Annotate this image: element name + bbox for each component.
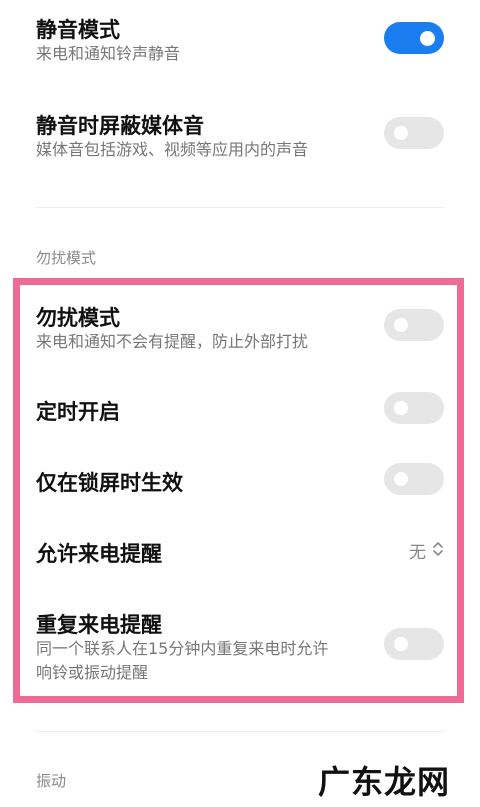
allow-calls-selector[interactable]: 无 (409, 538, 444, 563)
vibration-section-label: 振动 (36, 772, 67, 790)
repeat-calls-subtitle-line1: 同一个联系人在15分钟内重复来电时允许 (36, 639, 329, 658)
scheduled-toggle[interactable] (384, 392, 444, 424)
watermark-logo: 广东龙网 (317, 763, 450, 801)
mute-media-subtitle: 媒体音包括游戏、视频等应用内的声音 (36, 140, 309, 159)
scheduled-title: 定时开启 (36, 400, 120, 424)
silent-mode-title: 静音模式 (36, 18, 120, 42)
dnd-mode-title: 勿扰模式 (36, 306, 120, 330)
repeat-calls-subtitle-line2: 响铃或振动提醒 (36, 663, 149, 682)
toggle-knob (394, 472, 408, 486)
allow-calls-value: 无 (409, 543, 426, 563)
mute-media-title: 静音时屏蔽媒体音 (36, 114, 204, 138)
repeat-calls-title: 重复来电提醒 (36, 613, 162, 637)
dnd-mode-subtitle: 来电和通知不会有提醒，防止外部打扰 (36, 332, 309, 351)
toggle-knob (394, 126, 408, 140)
repeat-calls-toggle[interactable] (384, 628, 444, 660)
lockscreen-only-toggle[interactable] (384, 463, 444, 495)
toggle-knob (394, 318, 408, 332)
dnd-section-label: 勿扰模式 (36, 249, 97, 267)
toggle-knob (394, 637, 408, 651)
chevron-up-down-icon (432, 540, 444, 562)
allow-calls-title: 允许来电提醒 (36, 542, 162, 566)
silent-mode-subtitle: 来电和通知铃声静音 (36, 44, 181, 63)
mute-media-toggle[interactable] (384, 117, 444, 149)
toggle-knob (394, 401, 408, 415)
toggle-knob (420, 30, 435, 46)
divider (36, 207, 444, 208)
silent-mode-toggle[interactable] (384, 22, 444, 54)
divider (36, 731, 444, 732)
lockscreen-only-title: 仅在锁屏时生效 (36, 471, 183, 495)
dnd-mode-toggle[interactable] (384, 309, 444, 341)
